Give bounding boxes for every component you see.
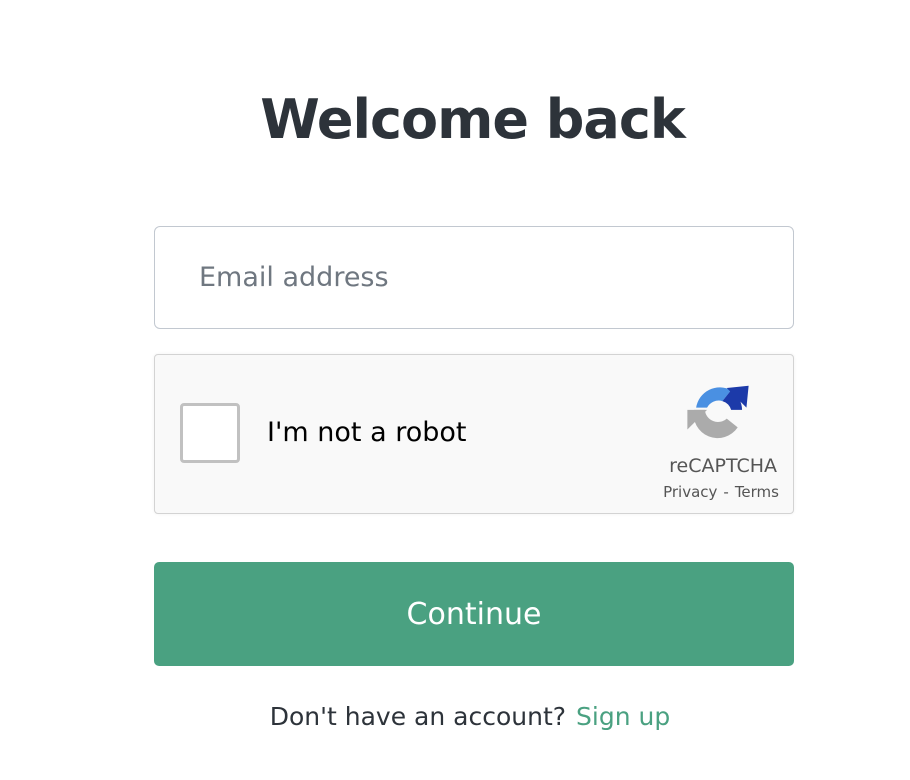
recaptcha-checkbox[interactable]: [180, 403, 240, 463]
signup-prompt: Don't have an account?: [269, 702, 567, 731]
recaptcha-label: I'm not a robot: [267, 417, 467, 448]
recaptcha-widget: I'm not a robot reCAPTCHA Privacy - Terms: [154, 354, 794, 514]
page-title: Welcome back: [260, 88, 686, 151]
email-field[interactable]: [154, 226, 794, 329]
privacy-link[interactable]: Privacy: [663, 483, 717, 501]
recaptcha-logo-icon: [687, 385, 749, 439]
signup-row: Don't have an account? Sign up: [0, 702, 910, 731]
login-page: Welcome back I'm not a robot reCAPTCHA P…: [0, 0, 910, 780]
recaptcha-links: Privacy - Terms: [663, 483, 779, 501]
terms-link[interactable]: Terms: [735, 483, 779, 501]
link-separator: -: [723, 483, 729, 501]
continue-button[interactable]: Continue: [154, 562, 794, 666]
recaptcha-brand: reCAPTCHA: [669, 455, 777, 477]
signup-link[interactable]: Sign up: [576, 702, 670, 731]
